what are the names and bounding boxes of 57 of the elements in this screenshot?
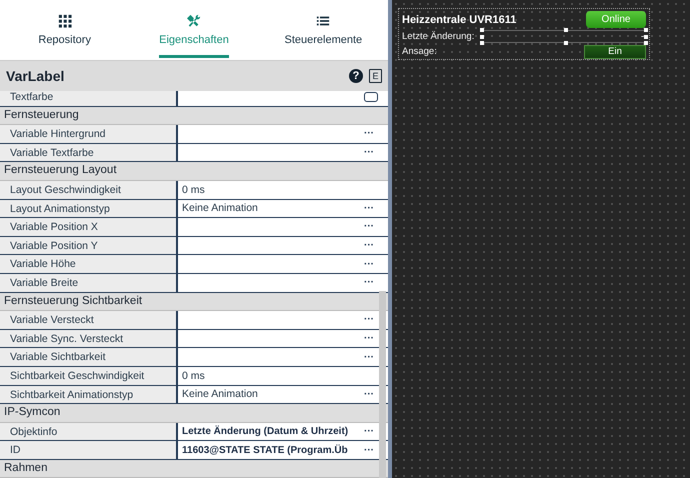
property-value: 0 ms [182, 370, 206, 382]
group-header[interactable]: IP-Symcon [0, 404, 388, 423]
tools-icon [186, 14, 201, 28]
property-label: Textfarbe [10, 91, 54, 103]
tab[interactable]: Steuerelemente [258, 0, 388, 60]
property-label: Variable Sync. Versteckt [10, 332, 124, 345]
property-label: Variable Sichtbarkeit [10, 351, 106, 364]
more-button[interactable]: ··· [364, 352, 374, 363]
list-icon [316, 14, 330, 28]
more-button[interactable]: ··· [364, 388, 374, 400]
property-label: Variable Hintergrund [10, 128, 106, 140]
help-button[interactable]: ? [349, 69, 363, 83]
property-value: 0 ms [182, 184, 206, 196]
more-button[interactable]: ··· [364, 221, 374, 232]
property-label: Sichtbarkeit Animationstyp [10, 388, 134, 400]
property-value: Keine Animation [182, 388, 259, 400]
property-label: Variable Position Y [10, 240, 98, 252]
property-label: Variable Breite [10, 276, 78, 289]
color-picker-button[interactable] [364, 92, 378, 102]
property-label: Layout Geschwindigkeit [10, 184, 121, 196]
more-button[interactable]: ··· [364, 258, 374, 270]
widget-title: Heizzentrale UVR1611 [402, 14, 516, 26]
property-label: Variable Position X [10, 221, 98, 234]
more-button[interactable]: ··· [364, 444, 374, 456]
tab[interactable]: Eigenschaften [129, 0, 259, 60]
group-header[interactable]: Fernsteuerung Layout [0, 162, 388, 181]
property-label: Variable Versteckt [10, 314, 94, 326]
property-label: Variable Textfarbe [10, 146, 94, 159]
group-header[interactable]: Fernsteuerung Sichtbarkeit [0, 292, 388, 312]
more-button[interactable]: ··· [364, 240, 374, 252]
property-label: Objektinfo [10, 426, 58, 438]
property-label: Layout Animationstyp [10, 202, 110, 215]
panel-title: VarLabel [6, 68, 66, 84]
expert-button[interactable]: E [369, 69, 382, 83]
change-label: Letzte Änderung: [402, 31, 474, 42]
more-button[interactable]: ··· [364, 314, 374, 326]
more-button[interactable]: ··· [364, 333, 374, 344]
more-button[interactable]: ··· [364, 147, 374, 158]
group-header[interactable]: Rahmen [0, 460, 388, 478]
property-value: Letzte Änderung (Datum & Uhrzeit) [182, 426, 350, 437]
property-label: Sichtbarkeit Geschwindigkeit [10, 370, 144, 382]
switch-button[interactable]: Ein [584, 44, 646, 58]
property-value: 11603@STATE STATE (Program.Üb [182, 444, 349, 456]
more-button[interactable]: ··· [364, 128, 374, 140]
grid-icon [58, 14, 72, 28]
group-header[interactable]: Fernsteuerung [0, 106, 388, 126]
property-value: Keine Animation [182, 202, 259, 214]
announce-label: Ansage: [402, 46, 437, 57]
more-button[interactable]: ··· [364, 202, 374, 214]
scrollbar[interactable] [379, 291, 386, 478]
property-label: ID [10, 444, 20, 456]
tab[interactable]: Repository [0, 0, 130, 60]
change-value: - [640, 31, 644, 42]
more-button[interactable]: ··· [364, 426, 374, 437]
more-button[interactable]: ··· [364, 277, 374, 288]
widget-frame[interactable]: Heizzentrale UVR1611 Online Letzte Änderung: - Ansage: Ein [398, 8, 650, 60]
property-label: Variable Höhe [10, 258, 76, 270]
